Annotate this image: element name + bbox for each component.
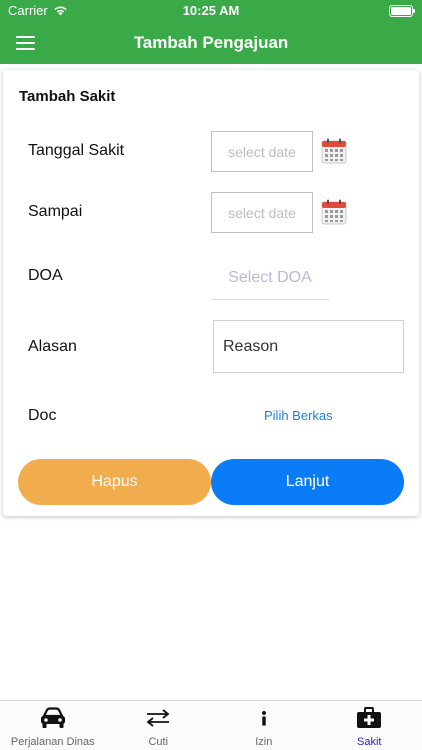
doc-label: Doc (28, 407, 57, 424)
calendar-icon[interactable] (321, 199, 347, 225)
next-button[interactable]: Lanjut (211, 459, 404, 505)
form-card: Tambah Sakit Tanggal Sakit select date S… (3, 70, 419, 516)
reason-input[interactable]: Reason (213, 320, 404, 373)
nav-bar: Tambah Pengajuan (0, 22, 422, 64)
battery-icon (389, 5, 415, 17)
form-title: Tambah Sakit (19, 88, 116, 105)
car-icon (39, 706, 67, 730)
status-bar: Carrier 10:25 AM (0, 0, 422, 22)
tab-bar: Perjalanan Dinas Cuti Izin Sakit (0, 700, 422, 750)
end-date-field[interactable]: select date (211, 192, 313, 233)
tab-label: Sakit (357, 736, 382, 748)
start-date-field[interactable]: select date (211, 131, 313, 172)
medical-kit-icon (356, 706, 382, 730)
doa-select[interactable]: Select DOA (211, 256, 329, 300)
tab-sakit[interactable]: Sakit (317, 701, 422, 750)
tab-label: Cuti (148, 736, 169, 748)
calendar-icon[interactable] (321, 138, 347, 164)
page-title: Tambah Pengajuan (133, 33, 289, 52)
tab-izin[interactable]: Izin (211, 701, 317, 750)
alasan-label: Alasan (28, 338, 77, 355)
tab-label: Perjalanan Dinas (10, 736, 95, 748)
choose-file-link[interactable]: Pilih Berkas (264, 408, 333, 423)
sampai-label: Sampai (28, 203, 83, 220)
tab-perjalanan-dinas[interactable]: Perjalanan Dinas (0, 701, 106, 750)
info-icon (260, 706, 268, 730)
clock: 10:25 AM (182, 3, 240, 18)
delete-button[interactable]: Hapus (18, 459, 211, 505)
tab-cuti[interactable]: Cuti (106, 701, 212, 750)
tanggal-sakit-label: Tanggal Sakit (28, 142, 125, 159)
tab-label: Izin (255, 736, 273, 748)
doa-label: DOA (28, 267, 63, 284)
swap-arrows-icon (144, 706, 172, 730)
